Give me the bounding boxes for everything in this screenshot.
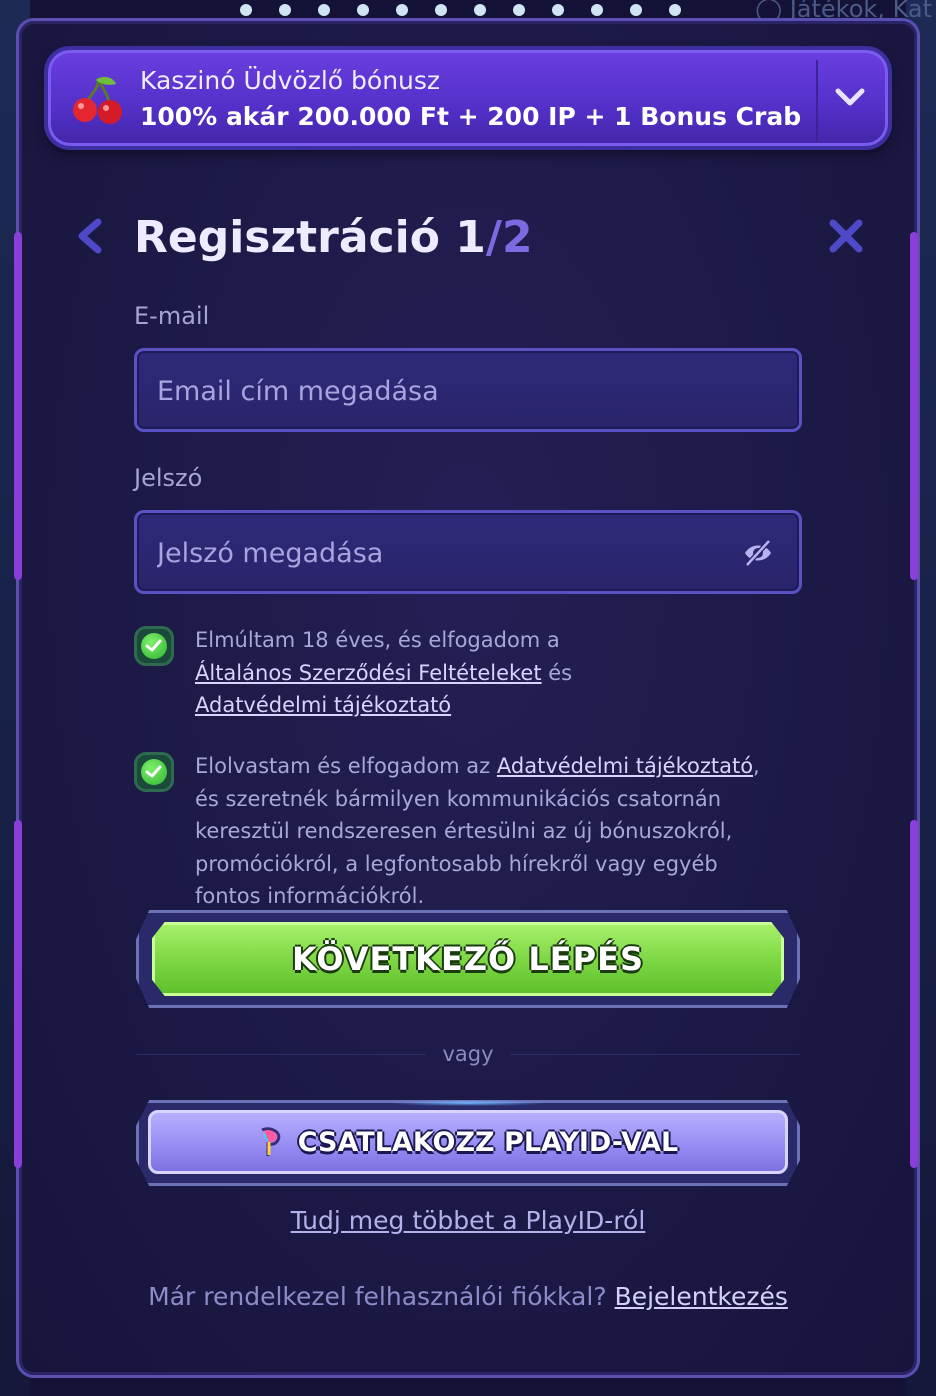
learn-more-playid-link[interactable]: Tudj meg többet a PlayID-ról — [0, 1206, 936, 1235]
modal-left-glow — [14, 232, 22, 580]
email-field[interactable] — [134, 348, 802, 432]
login-link[interactable]: Bejelentkezés — [615, 1282, 788, 1311]
modal-left-glow — [14, 820, 22, 1168]
terms-link[interactable]: Általános Szerződési Feltételeket — [195, 661, 542, 685]
close-icon[interactable] — [826, 216, 866, 256]
marketing-consent-checkbox[interactable] — [134, 752, 174, 792]
bonus-title: Kaszinó Üdvözlő bónusz — [140, 66, 441, 95]
playid-button-label: CSATLAKOZZ PLAYID-VAL — [297, 1126, 679, 1158]
checkmark-icon — [145, 639, 162, 652]
cherry-icon — [73, 77, 122, 124]
playid-button[interactable]: CSATLAKOZZ PLAYID-VAL — [148, 1110, 788, 1174]
page-title-text: Regisztráció — [134, 212, 440, 263]
password-label: Jelszó — [134, 464, 203, 492]
login-prompt-text: Már rendelkezel felhasználói fiókkal? — [148, 1282, 607, 1311]
chevron-down-icon[interactable] — [828, 76, 872, 120]
step-total: /2 — [485, 212, 533, 263]
eye-off-icon[interactable] — [743, 539, 773, 567]
next-step-button[interactable]: KÖVETKEZŐ LÉPÉS — [152, 922, 784, 996]
modal-right-glow — [910, 820, 918, 1168]
age-consent-text-before: Elmúltam 18 éves, és elfogadom a — [195, 628, 560, 652]
password-input[interactable] — [155, 513, 719, 593]
step-current: 1 — [455, 212, 486, 263]
age-consent-connector: és — [548, 660, 573, 685]
modal-right-glow — [910, 232, 918, 580]
or-label: vagy — [442, 1042, 494, 1066]
age-consent-checkbox[interactable] — [134, 626, 174, 666]
login-prompt: Már rendelkezel felhasználói fiókkal? Be… — [0, 1282, 936, 1311]
playid-glow — [388, 1100, 548, 1106]
age-consent-text: Elmúltam 18 éves, és elfogadom a Általán… — [195, 624, 795, 722]
bonus-text: 100% akár 200.000 Ft + 200 IP + 1 Bonus … — [140, 102, 802, 131]
welcome-bonus-banner[interactable]: Kaszinó Üdvözlő bónusz 100% akár 200.000… — [44, 46, 892, 150]
email-label: E-mail — [134, 302, 210, 330]
decorative-dots — [240, 4, 681, 16]
password-field[interactable] — [134, 510, 802, 594]
marketing-consent-text-before: Elolvastam és elfogadom az — [195, 754, 491, 778]
back-arrow-icon[interactable] — [72, 216, 108, 256]
page-title: Regisztráció 1/2 — [134, 212, 533, 263]
privacy-link[interactable]: Adatvédelmi tájékoztató — [195, 693, 451, 717]
email-input[interactable] — [155, 351, 719, 431]
checkmark-icon — [145, 765, 162, 778]
playid-logo-icon — [261, 1127, 280, 1156]
bonus-divider — [816, 60, 818, 142]
marketing-consent-text: Elolvastam és elfogadom az Adatvédelmi t… — [195, 750, 785, 913]
marketing-privacy-link[interactable]: Adatvédelmi tájékoztató — [497, 754, 753, 778]
